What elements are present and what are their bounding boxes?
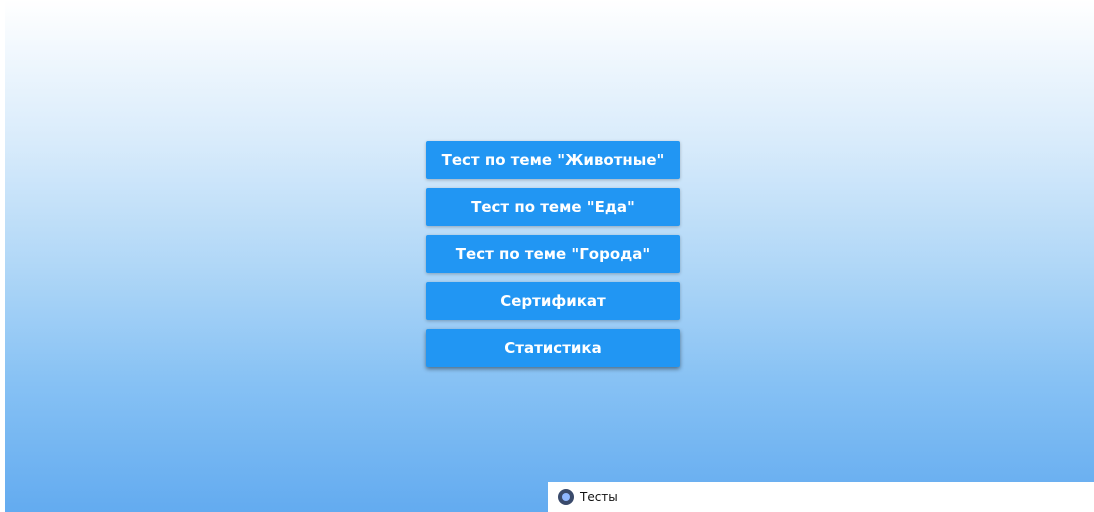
test-food-button[interactable]: Тест по теме "Еда" [426,188,680,226]
taskbar-app-item[interactable]: Тесты [548,482,1094,512]
certificate-button[interactable]: Сертификат [426,282,680,320]
taskbar-app-label: Тесты [580,490,618,504]
test-cities-button[interactable]: Тест по теме "Города" [426,235,680,273]
test-animals-button[interactable]: Тест по теме "Животные" [426,141,680,179]
app-icon [558,489,574,505]
app-window: Тест по теме "Животные" Тест по теме "Ед… [5,0,1094,512]
main-menu: Тест по теме "Животные" Тест по теме "Ед… [426,141,680,376]
statistics-button[interactable]: Статистика [426,329,680,367]
